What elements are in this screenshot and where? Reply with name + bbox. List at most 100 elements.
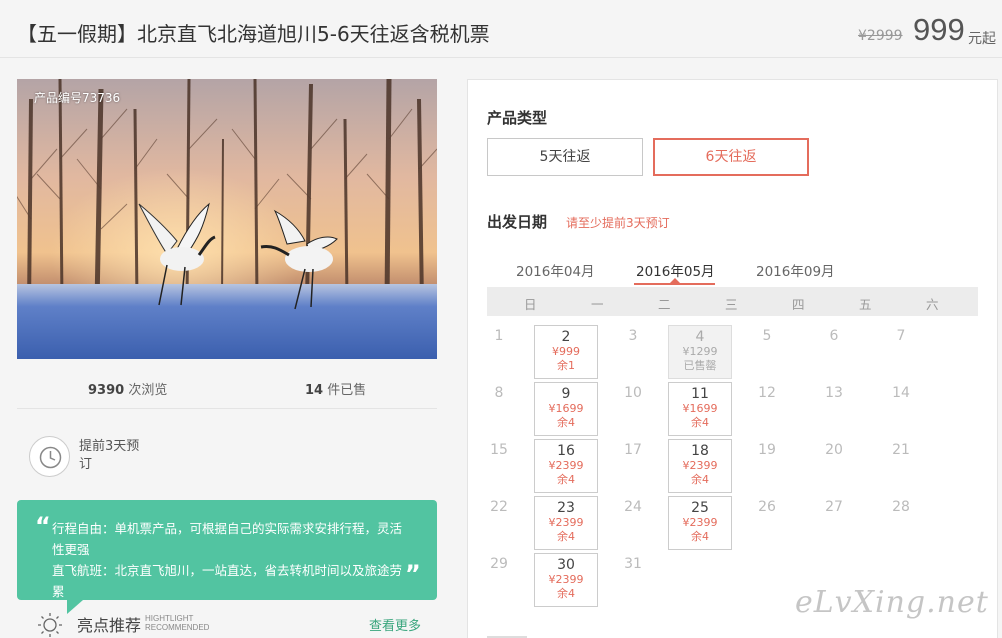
calendar-day: 29 <box>467 553 531 607</box>
day-number: 3 <box>628 328 638 344</box>
calendar-day-available[interactable]: 9 ¥1699 余4 <box>534 382 598 436</box>
advance-text: 提前3天预订 <box>79 439 140 472</box>
quote-open-icon: “ <box>35 512 51 540</box>
day-stock: 余4 <box>557 473 575 486</box>
quote-close-icon: ” <box>405 560 421 588</box>
weekday-label: 五 <box>859 297 872 312</box>
calendar-day: 15 <box>467 439 531 493</box>
clock-icon <box>29 436 70 477</box>
weekday-label: 三 <box>725 297 738 312</box>
calendar-day: 27 <box>802 496 866 550</box>
day-number: 27 <box>825 499 843 515</box>
day-number: 16 <box>557 443 575 459</box>
day-number: 13 <box>825 385 843 401</box>
day-number: 26 <box>758 499 776 515</box>
day-number: 25 <box>691 500 709 516</box>
calendar-day: 31 <box>601 553 665 607</box>
product-type-label: 产品类型 <box>487 109 548 127</box>
calendar-day-available[interactable]: 18 ¥2399 余4 <box>668 439 732 493</box>
day-number: 22 <box>490 499 508 515</box>
calendar-day: 24 <box>601 496 665 550</box>
day-price: ¥2399 <box>548 573 584 586</box>
day-price: ¥1699 <box>548 402 584 415</box>
calendar-day-available[interactable]: 23 ¥2399 余4 <box>534 496 598 550</box>
day-number: 19 <box>758 442 776 458</box>
day-number: 24 <box>624 499 642 515</box>
sold-stat: 14 件已售 <box>305 379 366 398</box>
active-month-underline <box>634 283 715 285</box>
weekday-label: 六 <box>926 297 939 312</box>
calendar-day: 7 <box>869 325 933 379</box>
day-number: 4 <box>695 329 705 345</box>
calendar-day-available[interactable]: 2 ¥999 余1 <box>534 325 598 379</box>
view-more-link[interactable]: 查看更多 <box>369 615 421 634</box>
product-photo[interactable]: 产品编号73736 <box>17 79 437 359</box>
sun-icon <box>38 613 62 637</box>
day-number: 5 <box>762 328 772 344</box>
product-code: 产品编号73736 <box>34 91 121 105</box>
calendar-day: 12 <box>735 382 799 436</box>
option-5-day-button[interactable]: 5天往返 <box>487 138 643 176</box>
weekday-label: 四 <box>792 297 805 312</box>
calendar-day: 26 <box>735 496 799 550</box>
day-number: 28 <box>892 499 910 515</box>
day-number: 8 <box>494 385 504 401</box>
day-number: 11 <box>691 386 709 402</box>
day-number: 12 <box>758 385 776 401</box>
highlight-section-header: 亮点推荐 HIGHTLIGHT RECOMMENDED 查看更多 <box>17 608 437 638</box>
calendar-day: 1 <box>467 325 531 379</box>
day-price: ¥999 <box>552 345 580 358</box>
day-number: 10 <box>624 385 642 401</box>
calendar-day: 13 <box>802 382 866 436</box>
tab-month-may[interactable]: 2016年05月 <box>636 260 715 280</box>
views-count: 9390 <box>88 383 125 398</box>
day-price: ¥2399 <box>682 459 718 472</box>
calendar-day: 17 <box>601 439 665 493</box>
calendar-day-available[interactable]: 11 ¥1699 余4 <box>668 382 732 436</box>
day-price: ¥2399 <box>548 516 584 529</box>
red-crowned-cranes-photo <box>17 79 437 359</box>
highlight-sub-1: HIGHTLIGHT <box>145 614 194 623</box>
calendar-day-available[interactable]: 25 ¥2399 余4 <box>668 496 732 550</box>
page-title: 【五一假期】北京直飞北海道旭川5-6天往返含税机票 <box>17 22 490 46</box>
calendar-day: 22 <box>467 496 531 550</box>
calendar-day: 14 <box>869 382 933 436</box>
calendar-day: 21 <box>869 439 933 493</box>
day-price: ¥1299 <box>682 345 718 358</box>
calendar-day-available[interactable]: 16 ¥2399 余4 <box>534 439 598 493</box>
weekday-label: 二 <box>658 297 671 312</box>
price-unit: 元起 <box>968 31 996 47</box>
tab-month-april[interactable]: 2016年04月 <box>516 260 595 280</box>
current-price: 999 <box>913 12 965 47</box>
tab-month-september[interactable]: 2016年09月 <box>756 260 835 280</box>
option-6-day-button[interactable]: 6天往返 <box>653 138 809 176</box>
sold-label: 件已售 <box>327 383 367 398</box>
day-number: 17 <box>624 442 642 458</box>
day-number: 1 <box>494 328 504 344</box>
day-number: 23 <box>557 500 575 516</box>
sold-count: 14 <box>305 383 324 398</box>
calendar-day: 3 <box>601 325 665 379</box>
weekday-label: 一 <box>591 297 604 312</box>
weekday-label: 日 <box>524 297 537 312</box>
highlight-subtitle: HIGHTLIGHT RECOMMENDED <box>145 614 209 632</box>
calendar-day: 28 <box>869 496 933 550</box>
title-bar: 【五一假期】北京直飞北海道旭川5-6天往返含税机票 ¥2999 999 元起 <box>0 0 1002 58</box>
calendar-day-available[interactable]: 30 ¥2399 余4 <box>534 553 598 607</box>
day-price: ¥2399 <box>548 459 584 472</box>
calendar-day: 6 <box>802 325 866 379</box>
highlight-title: 亮点推荐 <box>77 616 142 635</box>
day-number: 21 <box>892 442 910 458</box>
calendar-day: 19 <box>735 439 799 493</box>
stats-bar: 9390 次浏览 14 件已售 <box>17 368 437 409</box>
date-hint: 请至少提前3天预订 <box>566 216 670 230</box>
day-stock: 余4 <box>691 530 709 543</box>
quote-text: 行程自由：单机票产品，可根据自己的实际需求安排行程，灵活性更强 直飞航班：北京直… <box>52 518 412 602</box>
day-number: 6 <box>829 328 839 344</box>
day-stock: 已售罄 <box>683 359 717 372</box>
day-stock: 余4 <box>557 416 575 429</box>
departure-date-label: 出发日期 <box>487 213 548 231</box>
day-number: 30 <box>557 557 575 573</box>
calendar-day: 10 <box>601 382 665 436</box>
day-number: 7 <box>896 328 906 344</box>
